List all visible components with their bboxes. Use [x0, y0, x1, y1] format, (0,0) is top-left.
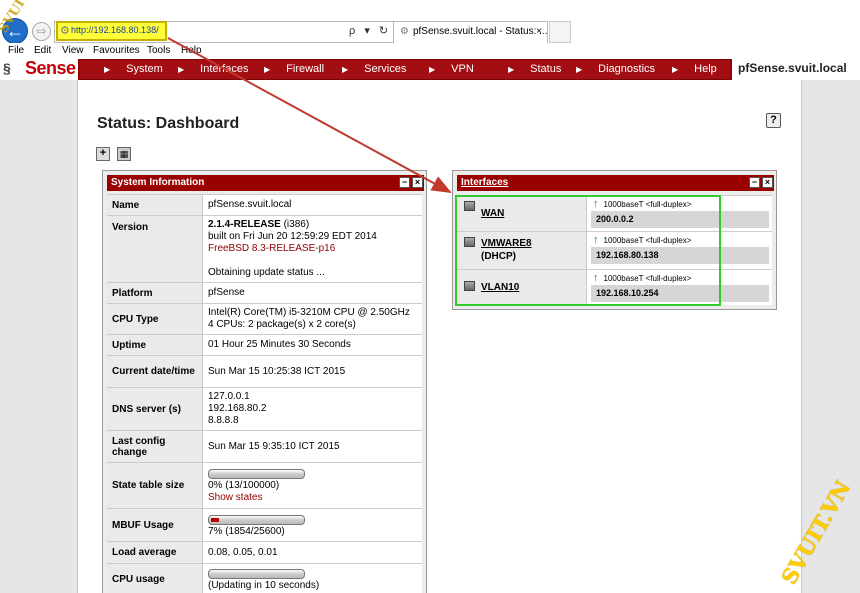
annotation-arrow [167, 37, 452, 193]
